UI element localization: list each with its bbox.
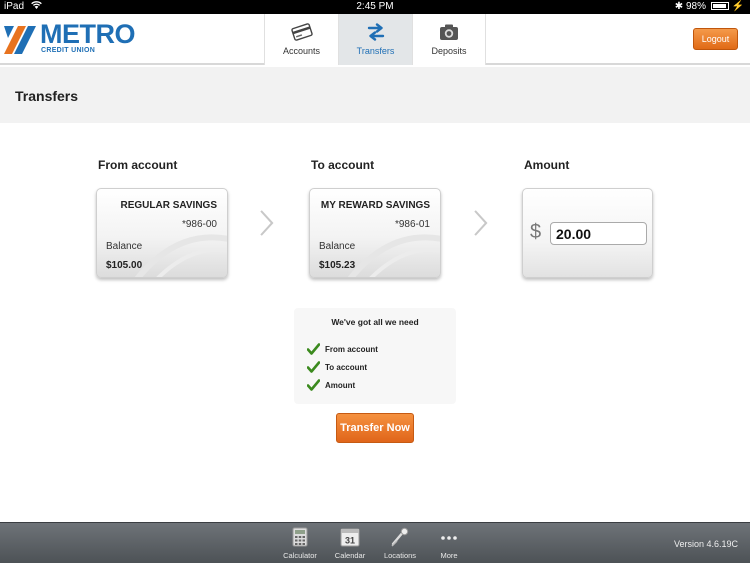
- checklist-title: We've got all we need: [331, 317, 419, 327]
- battery-icon: [710, 2, 729, 10]
- chevron-right-icon: [473, 210, 488, 236]
- tab-label: Transfers: [356, 46, 395, 56]
- tab-label: Accounts: [282, 46, 321, 56]
- tab-transfers[interactable]: Transfers: [338, 14, 412, 65]
- to-account-name: MY REWARD SAVINGS: [320, 200, 430, 211]
- bottom-toolbar: Calculator 31 Calendar Locations More Ve…: [0, 522, 750, 563]
- tab-accounts[interactable]: Accounts: [264, 14, 338, 65]
- checklist-item-label: Amount: [325, 381, 356, 390]
- from-account-name: REGULAR SAVINGS: [120, 200, 218, 211]
- metro-logo: METRO CREDIT UNION: [4, 19, 144, 56]
- to-account-number: *986-01: [394, 219, 430, 230]
- bluetooth-icon: ✱: [674, 1, 684, 12]
- credit-card-icon: [290, 23, 313, 41]
- status-time: 2:45 PM: [356, 1, 394, 12]
- amount-card: $: [522, 188, 653, 278]
- toolbar-more[interactable]: More: [426, 527, 472, 560]
- map-pin-icon: [391, 527, 409, 547]
- to-balance-label: Balance: [319, 241, 356, 252]
- app-header: METRO CREDIT UNION Accounts Transfers De…: [0, 14, 750, 65]
- logo-subtitle: CREDIT UNION: [41, 47, 96, 54]
- toolbar-label: More: [440, 551, 458, 560]
- transfer-arrows-icon: [367, 23, 384, 41]
- metro-logo-icon: [4, 26, 36, 54]
- tab-label: Deposits: [431, 46, 467, 56]
- tab-deposits[interactable]: Deposits: [412, 14, 486, 65]
- toolbar-label: Calendar: [334, 551, 366, 560]
- chevron-right-icon: [259, 210, 274, 236]
- logo-word: METRO: [40, 19, 136, 49]
- from-balance-label: Balance: [106, 241, 143, 252]
- toolbar-calculator[interactable]: Calculator: [277, 527, 323, 560]
- camera-icon: [440, 24, 458, 40]
- to-account-card[interactable]: MY REWARD SAVINGS *986-01 Balance $105.2…: [309, 188, 441, 278]
- toolbar-calendar[interactable]: 31 Calendar: [327, 527, 373, 560]
- from-account-card[interactable]: REGULAR SAVINGS *986-00 Balance $105.00: [96, 188, 228, 278]
- checkmark-icon: [307, 361, 320, 373]
- currency-symbol: $: [530, 221, 542, 243]
- checklist-item-amount: Amount: [307, 379, 355, 391]
- logout-button[interactable]: Logout: [693, 28, 738, 50]
- calendar-icon: 31: [340, 528, 360, 547]
- from-account-heading: From account: [98, 158, 178, 172]
- toolbar-locations[interactable]: Locations: [377, 527, 423, 560]
- page-title: Transfers: [15, 88, 79, 104]
- main-tabs: Accounts Transfers Deposits: [264, 14, 486, 65]
- toolbar-label: Locations: [383, 551, 417, 560]
- checklist-item-label: To account: [325, 363, 368, 372]
- checkmark-icon: [307, 379, 320, 391]
- calculator-icon: [292, 527, 308, 547]
- checklist-item-label: From account: [325, 345, 378, 354]
- calendar-day: 31: [345, 536, 355, 546]
- status-right: ✱ 98% ⚡: [675, 1, 744, 12]
- from-balance-value: $105.00: [106, 260, 143, 271]
- checklist-item-from: From account: [307, 343, 378, 355]
- page-title-band: Transfers: [0, 67, 750, 123]
- amount-heading: Amount: [524, 158, 570, 172]
- transfer-now-button[interactable]: Transfer Now: [336, 413, 414, 443]
- amount-input[interactable]: [550, 222, 647, 245]
- toolbar-label: Calculator: [283, 551, 317, 560]
- charging-icon: ⚡: [731, 1, 744, 12]
- status-bar: iPad 2:45 PM ✱ 98% ⚡: [0, 0, 750, 14]
- to-account-heading: To account: [311, 158, 375, 172]
- to-balance-value: $105.23: [319, 260, 356, 271]
- battery-percent: 98%: [685, 1, 706, 12]
- checklist-item-to: To account: [307, 361, 367, 373]
- requirements-checklist: We've got all we need From account To ac…: [294, 308, 456, 404]
- app-version: Version 4.6.19C: [673, 539, 738, 549]
- checkmark-icon: [307, 343, 320, 355]
- more-dots-icon: [441, 536, 457, 540]
- from-account-number: *986-00: [181, 219, 217, 230]
